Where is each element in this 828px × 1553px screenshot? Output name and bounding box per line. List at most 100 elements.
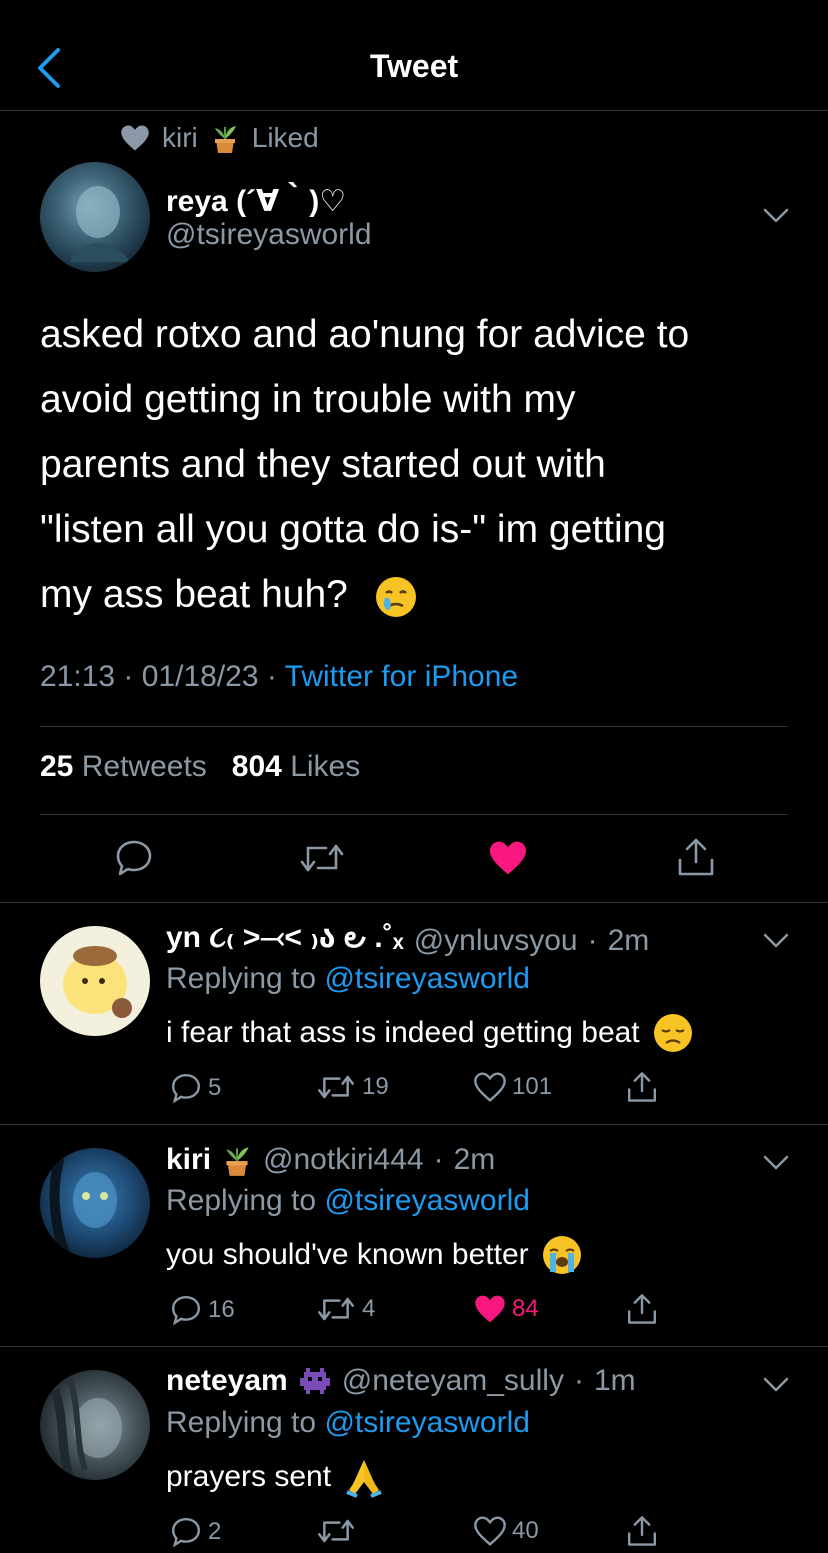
divider: [0, 902, 828, 903]
reply-icon: [171, 1517, 201, 1548]
reply-action-like[interactable]: 84: [474, 1294, 539, 1324]
likes-count[interactable]: 804: [232, 750, 282, 783]
reply-action-retweet[interactable]: [316, 1516, 362, 1546]
reply-action-reply[interactable]: 5: [170, 1072, 221, 1104]
social-context[interactable]: kiri Liked: [120, 118, 319, 158]
share-icon[interactable]: [626, 1070, 658, 1104]
reply-action-reply[interactable]: 16: [170, 1294, 235, 1326]
reply-time: 1m: [593, 1364, 636, 1397]
social-context-user: kiri: [162, 122, 198, 153]
reply-action-like[interactable]: 101: [474, 1072, 552, 1102]
tweet-text-line: parents and they started out with: [40, 443, 606, 486]
tweet-text-last-line: my ass beat huh?: [40, 573, 348, 616]
reply-text-content: i fear that ass is indeed getting beat: [166, 1016, 640, 1049]
tweet-date: 01/18/23: [141, 660, 259, 693]
reply-text-content: prayers sent: [166, 1460, 332, 1493]
tweet-text-line: avoid getting in trouble with my: [40, 378, 576, 421]
like-count: 84: [512, 1295, 539, 1322]
replying-to-handle[interactable]: @tsireyasworld: [324, 1184, 530, 1217]
replying-to-label: Replying to: [166, 1184, 317, 1217]
retweet-icon: [318, 1519, 354, 1543]
chevron-down-icon[interactable]: [762, 1376, 790, 1394]
reply-action-retweet[interactable]: 4: [316, 1294, 375, 1324]
heart-outline-icon: [474, 1072, 506, 1102]
reply-handle[interactable]: @neteyam_sully: [342, 1364, 564, 1398]
avatar[interactable]: [40, 926, 150, 1036]
avatar[interactable]: [40, 1370, 150, 1480]
share-icon[interactable]: [626, 1514, 658, 1548]
meta-separator: ·: [433, 1143, 444, 1176]
retweet-count: 19: [362, 1073, 389, 1100]
divider: [0, 1124, 828, 1125]
avatar-image: [63, 946, 132, 1018]
like-icon[interactable]: [488, 840, 528, 876]
social-context-action: Liked: [251, 122, 319, 153]
reply-time: 2m: [607, 924, 650, 957]
retweets-count[interactable]: 25: [40, 750, 73, 783]
divider: [0, 1346, 828, 1347]
avatar[interactable]: [40, 162, 150, 272]
tweet-time: 21:13: [40, 660, 116, 693]
avatar[interactable]: [40, 1148, 150, 1258]
like-count: 101: [512, 1073, 553, 1100]
reply-icon: [171, 1295, 201, 1326]
potted-plant-icon: [226, 1147, 249, 1176]
heart-outline-icon: [474, 1516, 506, 1546]
disappointed-face-emoji-icon: [653, 1014, 692, 1052]
reply-count: 5: [208, 1074, 222, 1101]
meta-separator: ·: [587, 924, 598, 957]
retweet-icon: [318, 1075, 354, 1099]
potted-plant-icon: [214, 126, 236, 153]
retweet-count: 4: [362, 1295, 376, 1322]
like-count: 40: [512, 1517, 539, 1544]
likes-label[interactable]: Likes: [290, 750, 360, 783]
chevron-down-icon[interactable]: [762, 207, 790, 225]
reply-header: neteyam @neteyam_sully · 1m: [166, 1364, 636, 1398]
reply-header: kiri @notkiri444 · 2m: [166, 1142, 495, 1178]
divider: [40, 726, 788, 727]
author-handle[interactable]: @tsireyasworld: [166, 218, 372, 252]
avatar-image: [49, 1156, 117, 1255]
share-icon[interactable]: [676, 836, 716, 878]
reply-display-name[interactable]: yn ૮₍ ˃⤙˂ ₎ა ౿ .˚ₓ: [166, 920, 404, 962]
reply-action-like[interactable]: 40: [474, 1516, 539, 1546]
replying-to-handle[interactable]: @tsireyasworld: [324, 962, 530, 995]
reply-handle[interactable]: @ynluvsyou: [414, 924, 578, 958]
retweet-icon[interactable]: [298, 840, 346, 876]
heart-filled-icon: [475, 1295, 505, 1323]
tweet-stats: 25 Retweets 804 Likes: [40, 750, 360, 784]
alien-monster-icon: [299, 1368, 330, 1394]
author-display-name[interactable]: reya (´∀｀)♡: [166, 176, 346, 220]
face-holding-back-tears-emoji-icon: [375, 576, 416, 617]
reply-text: i fear that ass is indeed getting beat: [166, 1012, 694, 1054]
reply-icon[interactable]: [114, 838, 154, 878]
reply-handle[interactable]: @notkiri444: [263, 1143, 424, 1177]
page-title: Tweet: [369, 48, 459, 84]
reply-count: 2: [208, 1518, 222, 1545]
reply-header: yn ૮₍ ˃⤙˂ ₎ა ౿ .˚ₓ @ynluvsyou · 2m: [166, 920, 649, 962]
share-icon[interactable]: [626, 1292, 658, 1326]
avatar-image: [70, 186, 130, 262]
reply-action-retweet[interactable]: 19: [316, 1072, 389, 1102]
replying-to: Replying to @tsireyasworld: [166, 1184, 530, 1218]
retweets-label[interactable]: Retweets: [82, 750, 207, 783]
reply-icon: [171, 1073, 201, 1104]
replying-to-label: Replying to: [166, 1406, 317, 1439]
tweet-source-link[interactable]: Twitter for iPhone: [285, 660, 518, 693]
retweet-icon: [318, 1297, 354, 1321]
replying-to-label: Replying to: [166, 962, 317, 995]
chevron-down-icon[interactable]: [762, 1154, 790, 1172]
reply-text-content: you should've known better: [166, 1238, 529, 1271]
tweet-text-line: my ass beat huh?: [40, 562, 800, 627]
chevron-down-icon[interactable]: [762, 932, 790, 950]
tweet-text-line: asked rotxo and ao'nung for advice to: [40, 313, 690, 356]
reply-display-name[interactable]: neteyam: [166, 1364, 288, 1398]
reply-text: you should've known better: [166, 1234, 583, 1276]
reply-time: 2m: [453, 1143, 496, 1176]
tweet-text-line: "listen all you gotta do is-" im getting: [40, 508, 666, 551]
reply-display-name[interactable]: kiri: [166, 1143, 211, 1177]
meta-separator: ·: [123, 660, 142, 693]
reply-action-reply[interactable]: 2: [170, 1516, 221, 1548]
folded-hands-emoji-icon: [346, 1460, 382, 1498]
replying-to-handle[interactable]: @tsireyasworld: [324, 1406, 530, 1439]
